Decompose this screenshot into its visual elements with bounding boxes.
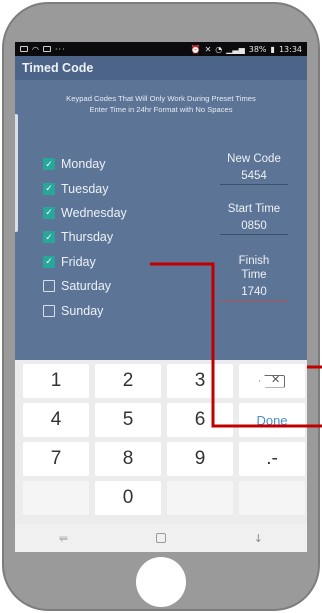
symbols-key[interactable]: .- <box>239 442 305 476</box>
down-arrow-icon[interactable]: ↓ <box>254 532 263 545</box>
photo-icon <box>42 46 51 52</box>
instructions: Keypad Codes That Will Only Work During … <box>15 93 307 115</box>
phone-screen: ◠ ··· ⏰ ✕ ◔ ▁▃▅ 38% ▮ 13:34 Timed Code K… <box>15 42 307 552</box>
navigation-bar: ⥫ ↓ <box>15 524 307 552</box>
empty-key-mid <box>167 481 233 515</box>
checkbox-checked-icon[interactable]: ✓ <box>43 255 55 268</box>
battery-percent: 38% <box>248 44 267 54</box>
key-1[interactable]: 1 <box>23 364 89 398</box>
day-saturday[interactable]: Saturday <box>43 274 127 298</box>
checkbox-checked-icon[interactable]: ✓ <box>43 231 55 244</box>
instructions-line-1: Keypad Codes That Will Only Work During … <box>66 94 256 103</box>
day-tuesday[interactable]: ✓ Tuesday <box>43 176 127 200</box>
day-wednesday[interactable]: ✓ Wednesday <box>43 201 127 225</box>
alarm-icon: ⏰ <box>190 44 201 54</box>
backspace-key[interactable]: ✕ <box>239 364 305 398</box>
done-key[interactable]: Done <box>239 403 305 437</box>
key-2[interactable]: 2 <box>95 364 161 398</box>
day-checkbox-list: ✓ Monday ✓ Tuesday ✓ Wednesday ✓ Thursda… <box>43 152 127 323</box>
checkbox-checked-icon[interactable]: ✓ <box>43 158 55 171</box>
home-button[interactable] <box>136 557 186 607</box>
numeric-keypad: 1 2 3 ✕ 4 5 6 Done 7 8 9 .- 0 <box>15 360 307 524</box>
scroll-indicator[interactable] <box>15 114 18 232</box>
key-6[interactable]: 6 <box>167 403 233 437</box>
day-thursday[interactable]: ✓ Thursday <box>43 225 127 249</box>
key-8[interactable]: 8 <box>95 442 161 476</box>
day-label: Saturday <box>61 279 112 294</box>
mute-icon: ✕ <box>204 44 212 54</box>
signal-icon: ▁▃▅ <box>226 44 245 54</box>
more-notifications: ··· <box>54 44 66 54</box>
checkbox-unchecked-icon[interactable] <box>43 304 55 317</box>
app-bar: Timed Code <box>15 56 307 80</box>
backspace-icon: ✕ <box>259 374 285 388</box>
finish-time-input[interactable]: 1740 <box>220 286 288 301</box>
day-label: Sunday <box>61 303 104 318</box>
finish-time-label-2: Time <box>241 269 267 281</box>
key-7[interactable]: 7 <box>23 442 89 476</box>
empty-key-left <box>23 481 89 515</box>
day-label: Friday <box>61 254 96 269</box>
checkbox-checked-icon[interactable]: ✓ <box>43 206 55 219</box>
status-bar: ◠ ··· ⏰ ✕ ◔ ▁▃▅ 38% ▮ 13:34 <box>15 42 307 56</box>
new-code-input[interactable]: 5454 <box>220 170 288 185</box>
key-4[interactable]: 4 <box>23 403 89 437</box>
clock: 13:34 <box>278 44 302 54</box>
recent-apps-icon[interactable]: ⥫ <box>59 531 68 545</box>
key-3[interactable]: 3 <box>167 364 233 398</box>
checkbox-unchecked-icon[interactable] <box>43 280 55 293</box>
day-monday[interactable]: ✓ Monday <box>43 152 127 176</box>
key-0[interactable]: 0 <box>95 481 161 515</box>
start-time-label: Start Time <box>227 203 281 215</box>
day-label: Wednesday <box>61 205 127 220</box>
gallery-icon <box>20 46 28 52</box>
checkbox-checked-icon[interactable]: ✓ <box>43 182 55 195</box>
key-9[interactable]: 9 <box>167 442 233 476</box>
wifi-icon: ◔ <box>215 44 223 54</box>
day-label: Thursday <box>61 230 114 245</box>
finish-time-label-1: Finish <box>238 255 270 267</box>
cast-icon: ◠ <box>32 44 39 54</box>
day-label: Monday <box>61 157 106 172</box>
page-title: Timed Code <box>22 61 94 75</box>
new-code-label: New Code <box>227 153 281 165</box>
start-time-input[interactable]: 0850 <box>220 220 288 235</box>
day-friday[interactable]: ✓ Friday <box>43 250 127 274</box>
instructions-line-2: Enter Time in 24hr Format with No Spaces <box>89 105 233 114</box>
battery-icon: ▮ <box>270 44 275 54</box>
code-fields: New Code 5454 Start Time 0850 Finish Tim… <box>215 152 293 301</box>
day-label: Tuesday <box>61 181 109 196</box>
key-5[interactable]: 5 <box>95 403 161 437</box>
day-sunday[interactable]: Sunday <box>43 298 127 322</box>
home-square-icon[interactable] <box>155 533 166 543</box>
empty-key-right <box>239 481 305 515</box>
